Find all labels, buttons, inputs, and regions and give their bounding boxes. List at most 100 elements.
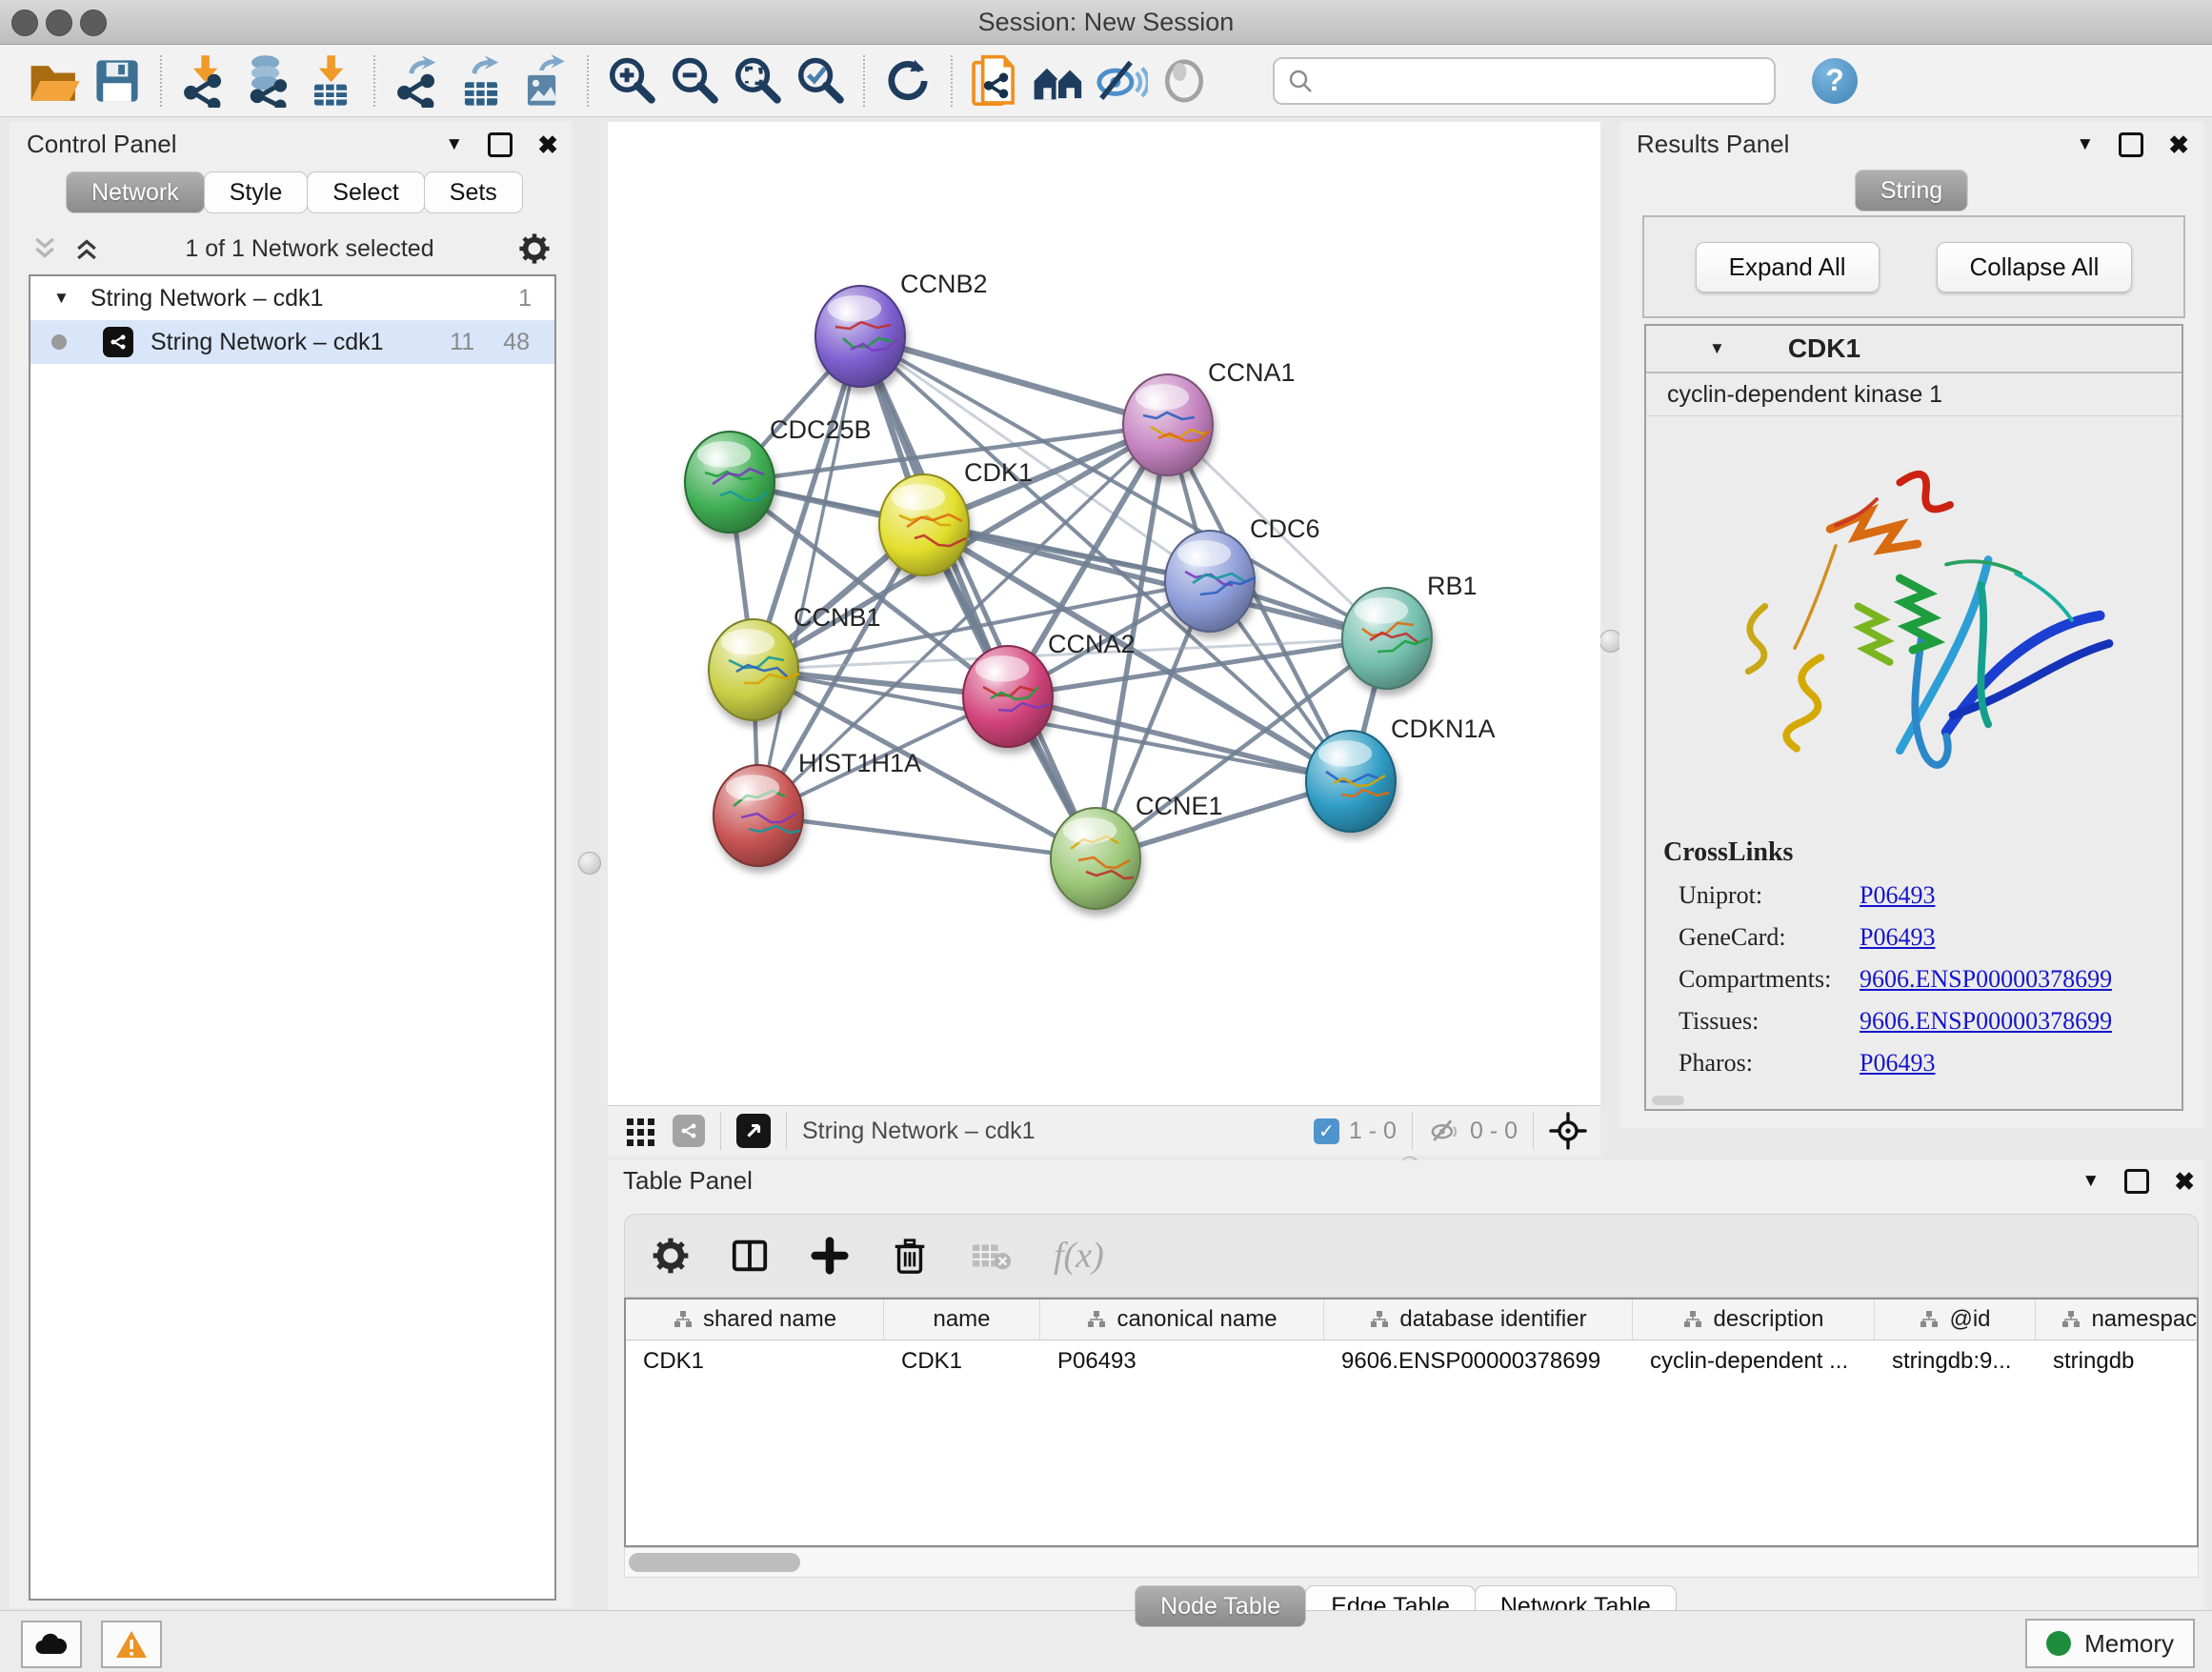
panel-float-icon[interactable] [2119,132,2143,157]
open-session-button[interactable] [23,51,86,111]
network-node-HIST1H1A[interactable] [714,765,803,866]
panel-close-icon[interactable]: ✖ [2168,132,2189,157]
panel-menu-icon[interactable]: ▼ [2081,1172,2100,1190]
table-cell[interactable]: 9606.ENSP00000378699 [1324,1340,1633,1382]
delete-table-icon[interactable] [970,1237,1014,1275]
collapse-all-button[interactable]: Collapse All [1937,242,2133,292]
crosslink-link[interactable]: 9606.ENSP00000378699 [1860,1007,2112,1036]
panel-close-icon[interactable]: ✖ [537,132,558,157]
warnings-button[interactable] [101,1621,162,1668]
home-networks-button[interactable] [1027,51,1090,111]
zoom-out-button[interactable] [663,51,726,111]
save-session-button[interactable] [86,51,149,111]
column-header-name[interactable]: name [884,1299,1040,1340]
network-collection-row[interactable]: ▼ String Network – cdk1 1 [30,276,554,320]
panel-menu-icon[interactable]: ▼ [2076,135,2094,153]
column-header-shared-name[interactable]: shared name [626,1299,884,1340]
entry-expander-icon[interactable]: ▼ [1709,339,1725,358]
crosslink-link[interactable]: P06493 [1860,923,1935,952]
export-table-button[interactable] [450,51,513,111]
crosslink-link[interactable]: P06493 [1860,881,1935,910]
gear-icon[interactable] [518,232,551,265]
search-input[interactable] [1315,67,1728,95]
delete-column-trash-icon[interactable] [890,1236,930,1276]
column-header-description[interactable]: description [1633,1299,1875,1340]
crosslink-label: GeneCard: [1679,923,1860,952]
network-view-icon[interactable] [673,1115,705,1147]
network-edge-count: 48 [503,329,530,356]
tab-string[interactable]: String [1855,170,1968,212]
table-cell[interactable]: P06493 [1040,1340,1324,1382]
table-settings-gear-icon[interactable] [652,1237,690,1275]
cloud-status-button[interactable] [21,1621,82,1668]
zoom-in-button[interactable] [600,51,663,111]
panel-float-icon[interactable] [2124,1169,2149,1194]
crosslink-link[interactable]: 9606.ENSP00000378699 [1860,965,2112,994]
table-cell[interactable]: stringdb [2036,1340,2199,1382]
zoom-fit-button[interactable] [726,51,789,111]
network-node-CCNB2[interactable] [815,286,905,387]
tab-sets[interactable]: Sets [424,171,523,213]
panel-close-icon[interactable]: ✖ [2174,1169,2195,1194]
table-cell[interactable]: stringdb:9... [1875,1340,2036,1382]
network-edge-CCNB2-CCNE1[interactable] [860,336,1096,858]
network-node-CDC6[interactable] [1165,531,1256,632]
tab-select[interactable]: Select [307,171,424,213]
import-network-file-button[interactable] [173,51,236,111]
show-columns-icon[interactable] [730,1236,770,1276]
birdseye-view-icon[interactable] [736,1114,771,1148]
tab-style[interactable]: Style [204,171,309,213]
network-node-CDKN1A[interactable] [1306,731,1396,832]
table-cell[interactable]: cyclin-dependent ... [1633,1340,1875,1382]
network-node-CCNA1[interactable] [1123,374,1213,475]
network-node-CDC25B[interactable] [685,432,774,533]
network-row[interactable]: String Network – cdk1 11 48 [30,320,554,364]
tab-node-table[interactable]: Node Table [1135,1585,1306,1627]
panel-menu-icon[interactable]: ▼ [445,135,463,153]
results-panel-title: Results Panel [1637,130,1789,159]
column-header-namespace[interactable]: namespace [2036,1299,2199,1340]
hide-glass-button[interactable] [1090,51,1153,111]
help-button[interactable]: ? [1812,58,1858,104]
network-node-CDK1[interactable] [879,474,969,575]
network-node-CCNB1[interactable] [709,619,799,720]
selected-checkbox-icon[interactable]: ✓ [1314,1118,1339,1144]
network-edge-CCNB2-HIST1H1A[interactable] [758,336,860,816]
zoom-selected-button[interactable] [789,51,852,111]
function-builder-icon[interactable]: f(x) [1054,1235,1104,1277]
tab-network[interactable]: Network [66,171,205,213]
network-node-CCNE1[interactable] [1051,808,1140,909]
table-cell[interactable]: CDK1 [626,1340,884,1382]
memory-button[interactable]: Memory [2025,1619,2195,1668]
table-hscrollbar[interactable] [624,1547,2199,1578]
collection-expander-icon[interactable]: ▼ [53,289,70,308]
create-column-plus-icon[interactable] [810,1236,850,1276]
grid-view-icon[interactable] [625,1115,657,1147]
column-header--id[interactable]: @id [1875,1299,2036,1340]
panel-float-icon[interactable] [488,132,513,157]
column-header-canonical-name[interactable]: canonical name [1040,1299,1324,1340]
network-canvas[interactable]: CCNB2CCNA1CDC25BCDK1CDC6RB1CCNB1CCNA2CDK… [608,122,1600,1105]
vertical-splitter-handle[interactable] [578,852,601,875]
export-image-button[interactable] [513,51,575,111]
apply-layout-button[interactable] [876,51,939,111]
network-edge-HIST1H1A-CCNE1[interactable] [758,816,1096,858]
network-node-RB1[interactable] [1342,588,1432,689]
collapse-all-icon[interactable] [30,234,59,263]
import-table-button[interactable] [299,51,362,111]
expand-all-icon[interactable] [72,234,101,263]
string-import-button[interactable] [964,51,1027,111]
network-graph[interactable]: CCNB2CCNA1CDC25BCDK1CDC6RB1CCNB1CCNA2CDK… [608,122,1600,1105]
table-hscrollbar-thumb[interactable] [629,1553,800,1572]
fit-selected-crosshair-icon[interactable] [1549,1112,1587,1150]
results-hscrollbar-thumb[interactable] [1652,1096,1684,1105]
show-glass-button[interactable] [1153,51,1216,111]
crosslink-link[interactable]: P06493 [1860,1049,1935,1078]
table-cell[interactable]: CDK1 [884,1340,1040,1382]
network-node-CCNA2[interactable] [963,646,1053,747]
column-header-database-identifier[interactable]: database identifier [1324,1299,1633,1340]
table-row[interactable]: CDK1CDK1P064939606.ENSP00000378699cyclin… [626,1340,2197,1382]
import-network-database-button[interactable] [236,51,299,111]
export-network-button[interactable] [387,51,450,111]
expand-all-button[interactable]: Expand All [1696,242,1880,292]
